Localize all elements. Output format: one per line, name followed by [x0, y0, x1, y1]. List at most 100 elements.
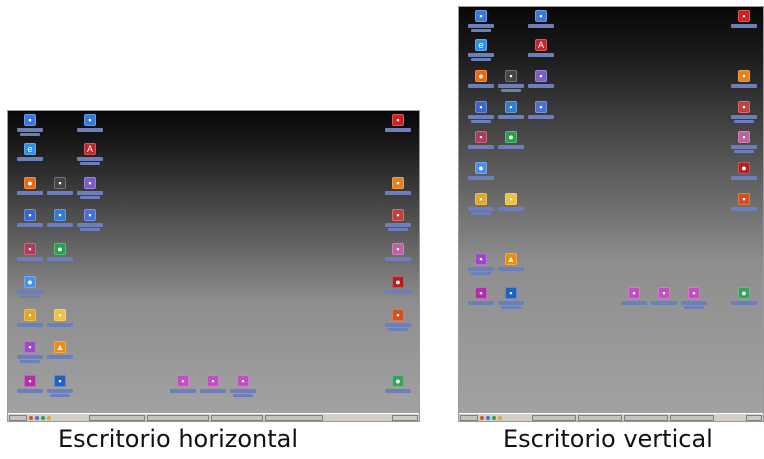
shortcut-label [731, 176, 757, 180]
taskbar-window-button[interactable] [578, 414, 622, 421]
shortcut-label [731, 145, 757, 149]
quick-launch-icon[interactable] [41, 415, 45, 420]
desktop-shortcut[interactable]: ▲ [40, 341, 80, 359]
shortcut-label [17, 157, 43, 161]
recycle-bin-icon: ● [738, 287, 750, 299]
desktop-shortcut[interactable]: e [10, 143, 50, 161]
desktop-shortcut[interactable]: ▪ [70, 209, 110, 231]
shortcut-label [528, 115, 554, 119]
vlc-icon: ▲ [54, 341, 66, 353]
desktop-shortcut[interactable]: ▪ [223, 375, 263, 397]
desktop-shortcut[interactable]: ▪ [40, 309, 80, 327]
desktop-shortcut[interactable]: ▪ [70, 177, 110, 199]
desktop-shortcut[interactable]: ▪ [724, 70, 763, 88]
desktop-shortcut[interactable]: ▪ [378, 177, 418, 195]
desktop-shortcut[interactable]: e [461, 39, 501, 61]
recycle-bin-icon: ● [392, 375, 404, 387]
comparison-figure: ▪ ▪ e A ● ▪ ▪ ▪ ▪ ▪ ▪ ● ● ▪ ▪ ▪ ▲ ▪ ▪ ▪ ▪ ▪ ▪ ▪ ▪ ▪ ● ▪ ● ▪ ▪ ▪ e A ● ▪ ▪ ▪ ▪… [0, 0, 764, 459]
firefox-icon: ● [475, 70, 487, 82]
taskbar [8, 413, 419, 421]
desktop-shortcut[interactable]: ▪ [521, 70, 561, 88]
shortcut-label [731, 24, 757, 28]
file-2-icon: ▪ [658, 287, 670, 299]
desktop-shortcut[interactable]: ▪ [461, 10, 501, 32]
desktop-shortcut[interactable]: ▪ [378, 209, 418, 231]
quick-launch-icon[interactable] [35, 415, 39, 420]
desktop-shortcut[interactable]: ▪ [521, 10, 561, 28]
acrobat-icon: A [535, 39, 547, 51]
shortcut-label [468, 53, 494, 57]
desktop-shortcut[interactable]: ● [491, 131, 531, 149]
folder-yellow-icon: ▪ [24, 309, 36, 321]
shortcut-label [47, 389, 73, 393]
desktop-shortcut[interactable]: ▪ [491, 193, 531, 211]
desktop-shortcut[interactable]: ● [724, 162, 763, 180]
desktop-shortcut[interactable]: ● [378, 375, 418, 393]
desktop-shortcut[interactable]: ▪ [70, 114, 110, 132]
desktop-shortcut[interactable]: A [521, 39, 561, 57]
desktop-shortcut[interactable]: A [70, 143, 110, 165]
shortcut-label [498, 145, 524, 149]
taskbar-window-button[interactable] [211, 414, 263, 421]
shortcut-label [468, 176, 494, 180]
app-magenta-icon: ▪ [475, 287, 487, 299]
desktop-shortcut[interactable]: ● [461, 162, 501, 180]
shortcut-label [731, 207, 757, 211]
start-button[interactable] [460, 414, 478, 421]
shortcut-label [498, 267, 524, 271]
computer-icon: ▪ [475, 10, 487, 22]
desktop-shortcut[interactable]: ▲ [491, 253, 531, 271]
shortcut-label [385, 191, 411, 195]
desktop-shortcut[interactable]: ▪ [521, 101, 561, 119]
app-orange-icon: ▪ [392, 177, 404, 189]
desktop-shortcut[interactable]: ▪ [724, 10, 763, 28]
desktop-shortcut[interactable]: ▪ [724, 101, 763, 123]
system-tray [392, 414, 418, 421]
desktop-shortcut[interactable]: ▪ [674, 287, 714, 309]
app-pink-icon: ▪ [738, 131, 750, 143]
desktop-shortcut[interactable]: ▪ [40, 375, 80, 397]
shortcut-label-line [80, 196, 100, 199]
desktop-shortcut[interactable]: ● [10, 276, 50, 298]
shortcut-label [77, 128, 103, 132]
quick-launch-icon[interactable] [29, 415, 33, 420]
taskbar-window-button[interactable] [624, 414, 668, 421]
shortcut-label-line [471, 272, 491, 275]
quick-launch-icon[interactable] [498, 415, 502, 420]
quick-launch-icon[interactable] [47, 415, 51, 420]
shortcut-label [468, 24, 494, 28]
shortcut-label-line [734, 120, 754, 123]
desktop-shortcut[interactable]: ▪ [378, 114, 418, 132]
desktop-shortcut[interactable]: ▪ [378, 309, 418, 331]
app-flame-icon: ▪ [392, 309, 404, 321]
shortcut-label-line [684, 306, 704, 309]
shortcut-label [47, 323, 73, 327]
globe-icon: ● [54, 243, 66, 255]
app-blue-icon: ▪ [505, 287, 517, 299]
file-1-icon: ▪ [628, 287, 640, 299]
document-icon: ▪ [535, 101, 547, 113]
shortcut-label [528, 24, 554, 28]
desktop-shortcut[interactable]: ▪ [10, 114, 50, 136]
start-button[interactable] [9, 414, 27, 421]
shortcut-label [230, 389, 256, 393]
taskbar-window-button[interactable] [670, 414, 714, 421]
caption-horizontal: Escritorio horizontal [58, 425, 299, 453]
desktop-shortcut[interactable]: ▪ [378, 243, 418, 261]
taskbar-window-button[interactable] [265, 414, 323, 421]
desktop-shortcut[interactable]: ● [40, 243, 80, 261]
desktop-shortcut[interactable]: ● [724, 287, 763, 305]
taskbar-window-button[interactable] [89, 414, 145, 421]
quick-launch-icon[interactable] [486, 415, 490, 420]
app-flame-icon: ▪ [738, 193, 750, 205]
desktop-shortcut[interactable]: ▪ [491, 287, 531, 309]
quick-launch-icon[interactable] [492, 415, 496, 420]
desktop-shortcut[interactable]: ● [378, 276, 418, 294]
taskbar-window-button[interactable] [532, 414, 576, 421]
shortcut-label [17, 290, 43, 294]
desktop-shortcut[interactable]: ▪ [724, 131, 763, 153]
desktop-shortcut[interactable]: ▪ [724, 193, 763, 211]
shortcut-label-line [20, 360, 40, 363]
quick-launch-icon[interactable] [480, 415, 484, 420]
taskbar-window-button[interactable] [147, 414, 209, 421]
